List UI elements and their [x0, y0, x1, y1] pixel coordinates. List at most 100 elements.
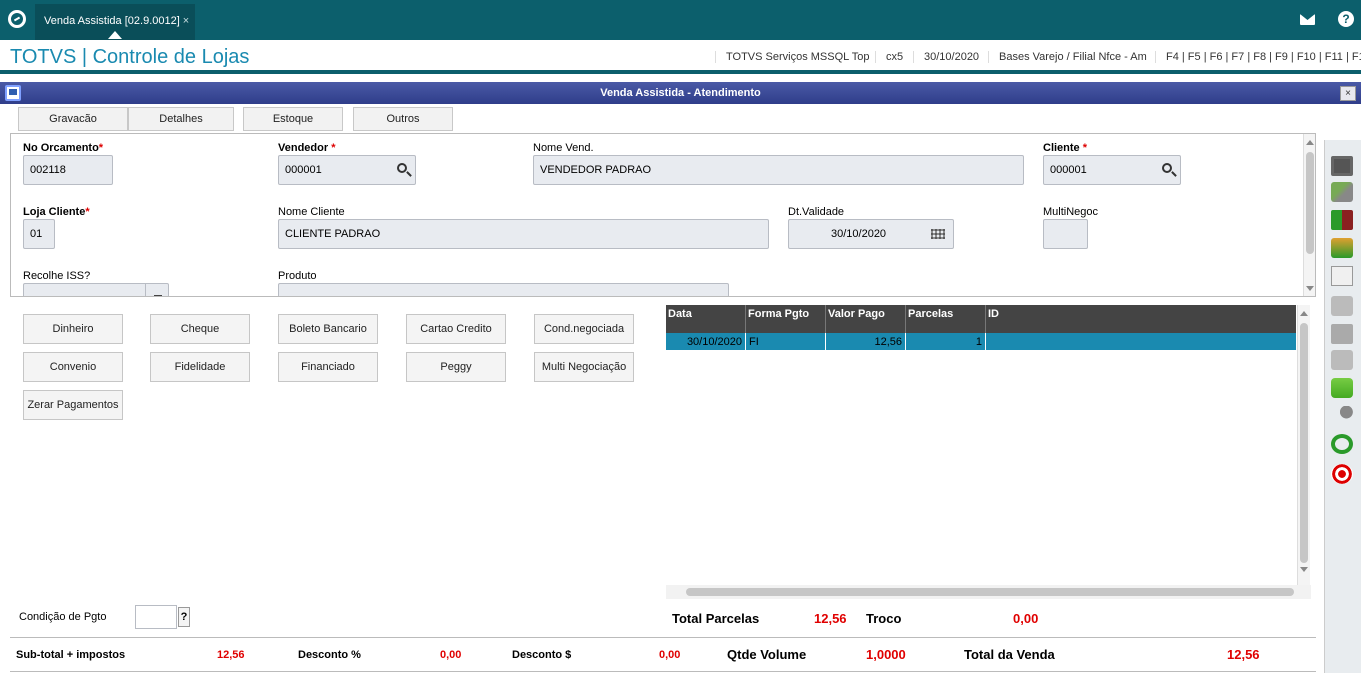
- date-label: 30/10/2020: [913, 51, 979, 63]
- cliente-label: Cliente *: [1043, 142, 1088, 154]
- tab-close-icon[interactable]: ×: [183, 15, 189, 27]
- desconto-pct-label: Desconto %: [298, 649, 361, 661]
- multi-negociacao-button[interactable]: Multi Negociação: [534, 352, 634, 382]
- zerar-pagamentos-button[interactable]: Zerar Pagamentos: [23, 390, 123, 420]
- qtde-volume-value: 1,0000: [866, 647, 906, 662]
- preview-icon[interactable]: [1331, 266, 1353, 286]
- dialog-title: Venda Assistida - Atendimento: [0, 82, 1361, 104]
- gravacao-button[interactable]: Gravacão: [18, 107, 128, 131]
- vendedor-field[interactable]: 000001: [278, 155, 416, 185]
- dialog-close-button[interactable]: ×: [1340, 86, 1356, 101]
- total-parcelas-value: 12,56: [814, 611, 847, 626]
- orcamento-field[interactable]: 002118: [23, 155, 113, 185]
- tab-label: Venda Assistida [02.9.0012]: [44, 15, 180, 27]
- app-title: TOTVS | Controle de Lojas: [10, 46, 250, 68]
- column-header[interactable]: Data: [666, 305, 746, 333]
- calendar-icon[interactable]: [931, 229, 945, 239]
- tab-caret-icon: [108, 31, 122, 39]
- box-icon[interactable]: [1331, 350, 1353, 370]
- desconto-pct-value: 0,00: [440, 649, 462, 661]
- dropdown-icon: [154, 295, 162, 296]
- boleto-button[interactable]: Boleto Bancario: [278, 314, 378, 344]
- search-icon[interactable]: [397, 163, 407, 173]
- loja-field[interactable]: 01: [23, 219, 55, 249]
- transfer-icon[interactable]: [1331, 324, 1353, 344]
- footer-divider: [10, 637, 1316, 638]
- detalhes-button[interactable]: Detalhes: [128, 107, 234, 131]
- peggy-button[interactable]: Peggy: [406, 352, 506, 382]
- nome-cliente-field[interactable]: CLIENTE PADRAO: [278, 219, 769, 249]
- iss-select[interactable]: [23, 283, 169, 296]
- condicao-field[interactable]: [135, 605, 177, 629]
- outros-button[interactable]: Outros: [353, 107, 453, 131]
- totvs-logo-icon: [8, 10, 26, 28]
- window-icon: [5, 85, 21, 101]
- target-icon[interactable]: [1331, 464, 1353, 484]
- products-icon[interactable]: [1331, 238, 1353, 258]
- cartao-credito-button[interactable]: Cartao Credito: [406, 314, 506, 344]
- refresh-icon[interactable]: [1331, 434, 1353, 454]
- nome-vend-field[interactable]: VENDEDOR PADRAO: [533, 155, 1024, 185]
- column-header[interactable]: Forma Pgto: [746, 305, 826, 333]
- produto-label: Produto: [278, 270, 317, 282]
- cart-icon[interactable]: [1331, 296, 1353, 316]
- column-header[interactable]: Valor Pago: [826, 305, 906, 333]
- station-label: cx5: [875, 51, 903, 63]
- loja-label: Loja Cliente*: [23, 206, 90, 218]
- financiado-button[interactable]: Financiado: [278, 352, 378, 382]
- produto-field[interactable]: [278, 283, 729, 296]
- footer-divider: [10, 671, 1316, 672]
- validade-label: Dt.Validade: [788, 206, 845, 218]
- cond-negociada-button[interactable]: Cond.negociada: [534, 314, 634, 344]
- multinegoc-field[interactable]: [1043, 219, 1088, 249]
- function-keys[interactable]: F4 | F5 | F6 | F7 | F8 | F9 | F10 | F11 …: [1155, 51, 1361, 63]
- subtotal-value: 12,56: [217, 649, 245, 661]
- orcamento-label: No Orcamento*: [23, 142, 104, 154]
- fidelidade-button[interactable]: Fidelidade: [150, 352, 250, 382]
- estoque-button[interactable]: Estoque: [243, 107, 343, 131]
- cell-data: 30/10/2020: [666, 333, 746, 351]
- cheque-button[interactable]: Cheque: [150, 314, 250, 344]
- condicao-label: Condição de Pgto: [19, 611, 107, 623]
- key-icon[interactable]: [1331, 406, 1353, 426]
- exit-icon[interactable]: [1331, 210, 1353, 230]
- total-parcelas-label: Total Parcelas: [672, 611, 760, 626]
- hscroll-thumb[interactable]: [686, 588, 1294, 596]
- nome-cliente-label: Nome Cliente: [278, 206, 345, 218]
- top-bar: [0, 0, 1361, 40]
- convenio-button[interactable]: Convenio: [23, 352, 123, 382]
- environment-label: TOTVS Serviços MSSQL Top: [715, 51, 869, 63]
- search-icon[interactable]: [1162, 163, 1172, 173]
- edit-icon[interactable]: [1331, 182, 1353, 202]
- grid-vscrollbar[interactable]: [1297, 305, 1310, 585]
- desconto-val-label: Desconto $: [512, 649, 572, 661]
- form-scrollbar[interactable]: [1303, 134, 1315, 296]
- validade-field[interactable]: 30/10/2020: [788, 219, 954, 249]
- table-row[interactable]: 30/10/2020 FI 12,56 1: [666, 333, 1296, 351]
- troco-label: Troco: [866, 611, 902, 626]
- save-icon[interactable]: [1331, 156, 1353, 176]
- column-header[interactable]: ID: [986, 305, 1296, 333]
- desconto-val-value: 0,00: [659, 649, 681, 661]
- money-icon[interactable]: [1331, 378, 1353, 398]
- help-icon[interactable]: ?: [1338, 11, 1354, 27]
- total-venda-label: Total da Venda: [964, 647, 1055, 662]
- iss-label: Recolhe ISS?: [23, 270, 91, 282]
- grid-header: Data Forma Pgto Valor Pago Parcelas ID: [666, 305, 1296, 333]
- subtotal-label: Sub-total + impostos: [16, 649, 126, 661]
- cell-forma-pgto: FI: [746, 333, 826, 351]
- app-header: TOTVS | Controle de Lojas TOTVS Serviços…: [0, 40, 1361, 74]
- branch-label: Bases Varejo / Filial Nfce - Am: [988, 51, 1147, 63]
- condicao-help-button[interactable]: ?: [178, 607, 190, 627]
- column-header[interactable]: Parcelas: [906, 305, 986, 333]
- cell-valor-pago: 12,56: [826, 333, 906, 351]
- nome-vend-label: Nome Vend.: [533, 142, 594, 154]
- dinheiro-button[interactable]: Dinheiro: [23, 314, 123, 344]
- form-panel: No Orcamento* 002118 Vendedor * 000001 N…: [10, 133, 1316, 297]
- cell-id: [986, 333, 1296, 351]
- cliente-field[interactable]: 000001: [1043, 155, 1181, 185]
- right-toolbar: [1324, 140, 1361, 673]
- vendedor-label: Vendedor *: [278, 142, 336, 154]
- multinegoc-label: MultiNegoc: [1043, 206, 1099, 218]
- cell-parcelas: 1: [906, 333, 986, 351]
